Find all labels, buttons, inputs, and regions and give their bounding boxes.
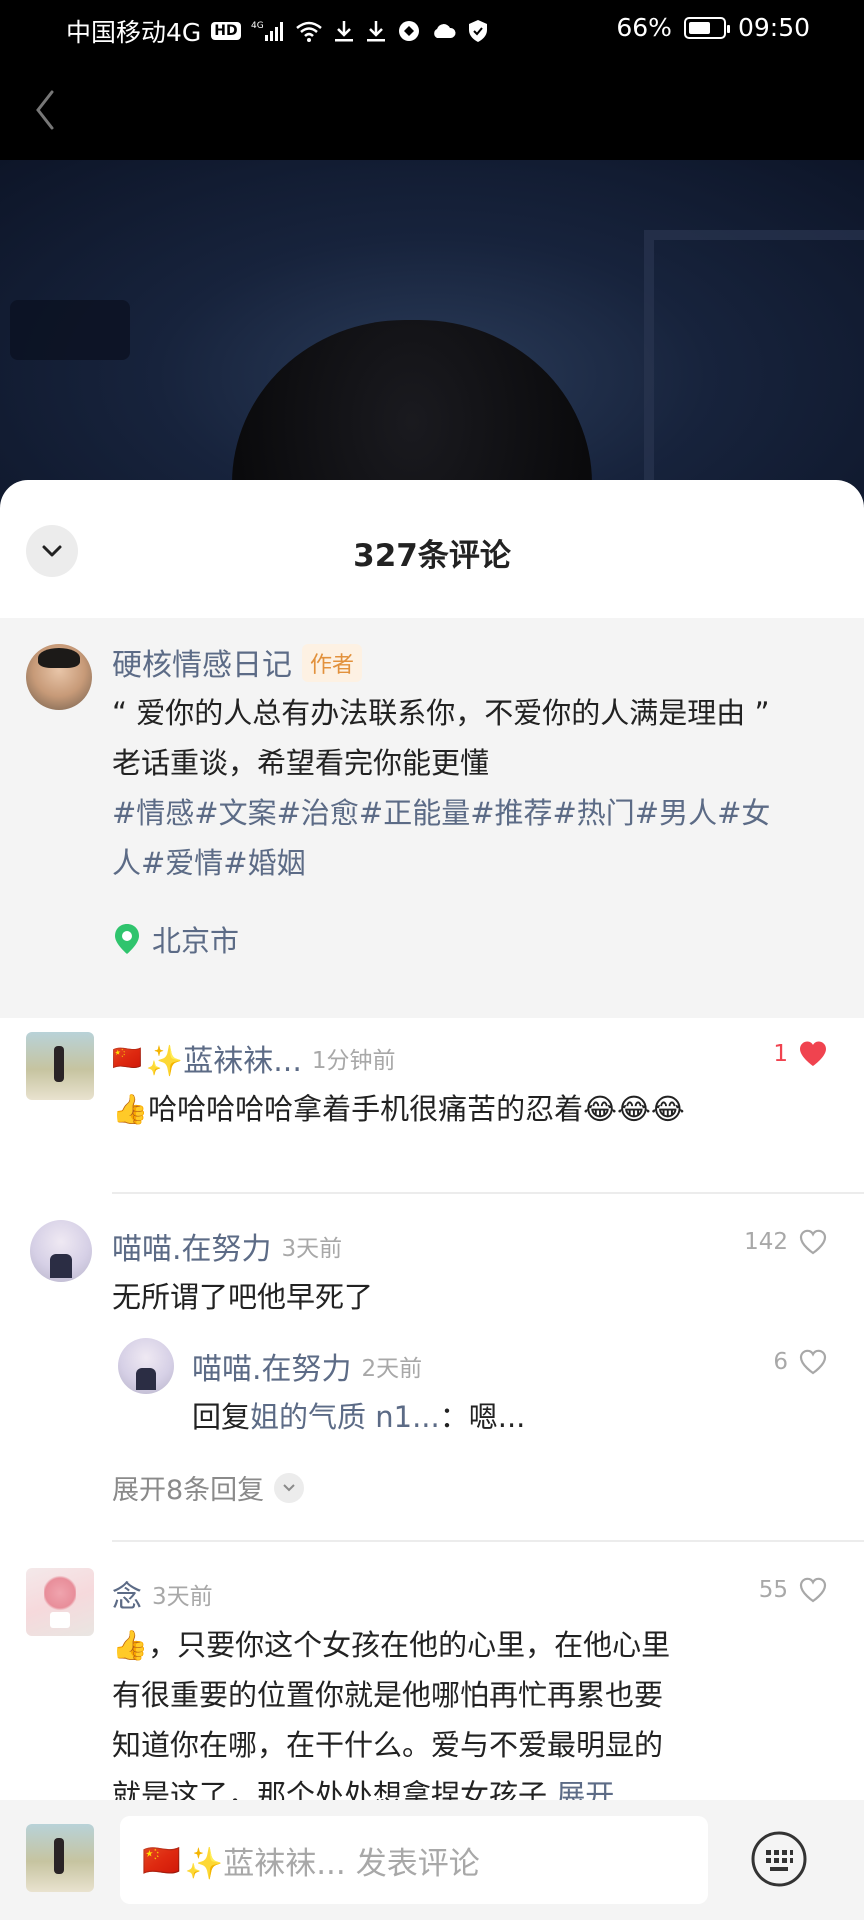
like-button[interactable]: 142	[744, 1228, 828, 1256]
comment-time: 3天前	[281, 1236, 343, 1262]
clock: 09:50	[737, 13, 810, 42]
flag-emoji: 🇨🇳	[142, 1842, 181, 1879]
commenter-name[interactable]: ✨蓝袜袜...	[146, 1036, 302, 1080]
author-name[interactable]: 硬核情感日记	[112, 648, 292, 683]
comments-sheet: 327条评论 硬核情感日记 作者 “ 爱你的人总有办法联系你，不爱你的人满是理由 …	[0, 480, 864, 1920]
heart-outline-icon	[799, 1577, 827, 1603]
cloud-icon	[431, 21, 457, 41]
input-placeholder: 发表评论	[355, 1845, 480, 1882]
shield-icon	[467, 19, 489, 43]
wifi-icon	[295, 19, 323, 43]
comment-item: 念 3天前 55 👍，只要你这个女孩在他的心里，在他心里 有很重要的位置你就是他…	[0, 1568, 864, 1828]
thumbs-up-emoji: 👍	[112, 1628, 149, 1662]
like-count: 6	[773, 1349, 788, 1375]
like-button[interactable]: 55	[759, 1576, 828, 1604]
reply-prefix: 回复	[192, 1400, 251, 1434]
avatar[interactable]	[26, 1032, 94, 1100]
avatar[interactable]	[26, 1824, 94, 1892]
back-arrow-icon[interactable]	[26, 82, 66, 138]
comment-text: 👍，只要你这个女孩在他的心里，在他心里 有很重要的位置你就是他哪怕再忙再累也要 …	[112, 1620, 752, 1820]
caption-line: 老话重谈，希望看完你能更懂	[112, 746, 490, 780]
comment-input-bar: 🇨🇳 ✨蓝袜袜... 发表评论	[0, 1800, 864, 1920]
heart-outline-icon	[799, 1229, 827, 1255]
comment-line: ，只要你这个女孩在他的心里，在他心里	[148, 1628, 671, 1662]
comment-text: 👍哈哈哈哈哈拿着手机很痛苦的忍着😂😂😂	[112, 1084, 685, 1134]
like-count: 55	[758, 1577, 788, 1603]
avatar[interactable]	[26, 1568, 94, 1636]
reply-time: 2天前	[361, 1356, 423, 1382]
heart-outline-icon	[799, 1349, 827, 1375]
keyboard-icon[interactable]	[750, 1830, 808, 1888]
hashtags[interactable]: 人#爱情#婚姻	[112, 838, 852, 888]
expand-replies-label: 展开8条回复	[112, 1475, 265, 1506]
video-scene-lamp	[10, 300, 130, 360]
input-user-name: ✨蓝袜袜...	[184, 1845, 346, 1882]
reply-target[interactable]: 姐的气质 n1...	[250, 1400, 440, 1434]
commenter-name[interactable]: 念	[112, 1572, 142, 1616]
download-icon	[333, 19, 355, 43]
hd-icon: HD	[211, 22, 241, 40]
video-preview[interactable]	[0, 160, 864, 520]
comment-input[interactable]: 🇨🇳 ✨蓝袜袜... 发表评论	[120, 1816, 708, 1904]
comment-body: 哈哈哈哈哈拿着手机很痛苦的忍着😂😂😂	[148, 1092, 685, 1126]
carrier-label: 中国移动4G	[66, 18, 202, 47]
location-pin-icon	[115, 924, 139, 954]
caption-line: “ 爱你的人总有办法联系你，不爱你的人满是理由 ”	[112, 696, 770, 730]
commenter-name[interactable]: 喵喵.在努力	[112, 1224, 272, 1268]
svg-text:4G: 4G	[251, 21, 264, 31]
like-count: 1	[773, 1041, 788, 1067]
comment-count-title: 327条评论	[353, 538, 511, 574]
hashtags[interactable]: #情感#文案#治愈#正能量#推荐#热门#男人#女	[112, 788, 852, 838]
comment-line: 有很重要的位置你就是他哪怕再忙再累也要	[112, 1678, 664, 1712]
like-count: 142	[744, 1229, 788, 1255]
divider	[112, 1540, 864, 1542]
divider	[112, 1192, 864, 1194]
comment-item: 🇨🇳 ✨蓝袜袜... 1分钟前 1 👍哈哈哈哈哈拿着手机很痛苦的忍着😂😂😂	[0, 1032, 864, 1182]
status-bar: 中国移动4G HD 4G 66% 09:50	[0, 0, 864, 60]
battery-percent: 66%	[616, 13, 672, 42]
comment-body: 无所谓了吧他早死了	[112, 1280, 374, 1314]
sheet-header: 327条评论	[0, 480, 864, 618]
expand-replies-button[interactable]: 展开8条回复	[112, 1468, 305, 1507]
heart-filled-icon	[800, 1041, 826, 1066]
flag-emoji: 🇨🇳	[112, 1044, 142, 1072]
reply-commenter-name[interactable]: 喵喵.在努力	[192, 1344, 352, 1388]
comment-item: 喵喵.在努力 3天前 142 无所谓了吧他早死了 喵喵.在努力 2天前 6 回复…	[0, 1220, 864, 1540]
app-badge-icon	[397, 19, 421, 43]
avatar[interactable]	[118, 1338, 174, 1394]
comment-line: 知道你在哪，在干什么。爱与不爱最明显的	[112, 1728, 664, 1762]
video-scene-frame	[644, 230, 864, 520]
like-button[interactable]: 6	[773, 1348, 828, 1376]
reply-text: 回复姐的气质 n1...：嗯...	[192, 1392, 525, 1442]
battery-icon	[683, 16, 730, 39]
comment-time: 3天前	[152, 1584, 213, 1610]
post-caption: “ 爱你的人总有办法联系你，不爱你的人满是理由 ” 老话重谈，希望看完你能更懂 …	[112, 688, 852, 888]
avatar[interactable]	[30, 1220, 92, 1282]
reply-body: ：嗯...	[439, 1400, 526, 1434]
location-label: 北京市	[152, 924, 240, 958]
chevron-down-icon	[274, 1472, 305, 1503]
comment-time: 1分钟前	[311, 1048, 396, 1074]
author-badge: 作者	[302, 644, 363, 682]
location-tag[interactable]: 北京市	[114, 918, 239, 960]
author-post: 硬核情感日记 作者 “ 爱你的人总有办法联系你，不爱你的人满是理由 ” 老话重谈，…	[0, 618, 864, 1018]
thumbs-up-emoji: 👍	[112, 1092, 149, 1126]
like-button[interactable]: 1	[773, 1040, 828, 1068]
signal-icon: 4G	[251, 19, 285, 43]
download-icon	[365, 19, 387, 43]
avatar[interactable]	[26, 644, 92, 710]
top-bar	[0, 60, 864, 160]
